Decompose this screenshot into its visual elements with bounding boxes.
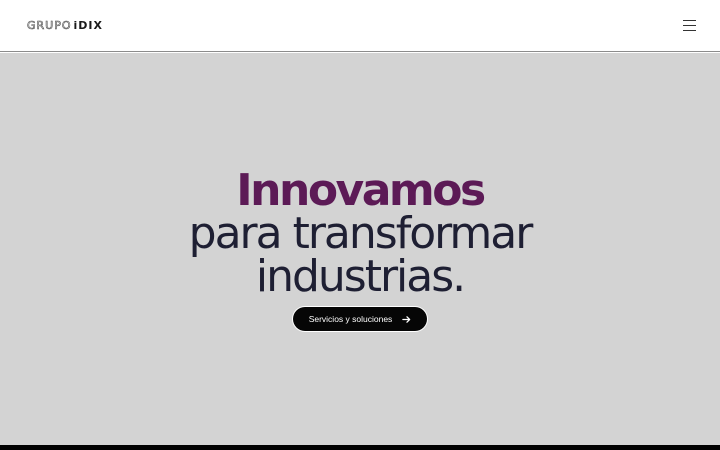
hero-heading-line-2: para transformar <box>188 208 534 259</box>
site-header: GRUPO iDIX <box>0 0 720 52</box>
hamburger-menu-icon[interactable] <box>683 20 696 32</box>
logo[interactable]: GRUPO iDIX <box>27 19 103 33</box>
hero-heading-line-3: industrias. <box>255 251 466 302</box>
footer-edge <box>0 445 720 450</box>
hero-heading-line-1: Innovamos <box>236 165 486 216</box>
cta-label: Servicios y soluciones <box>308 314 393 324</box>
hero-section: Innovamos para transformar industrias. S… <box>0 53 720 445</box>
hero-heading: Innovamos para transformar industrias. <box>0 165 720 302</box>
logo-text-idix: iDIX <box>73 19 103 32</box>
menu-line <box>683 20 696 22</box>
menu-line <box>683 30 696 32</box>
services-solutions-button[interactable]: Servicios y soluciones <box>293 307 427 331</box>
logo-text-grupo: GRUPO <box>27 19 72 33</box>
arrow-right-icon <box>402 315 411 323</box>
menu-line <box>683 25 696 27</box>
